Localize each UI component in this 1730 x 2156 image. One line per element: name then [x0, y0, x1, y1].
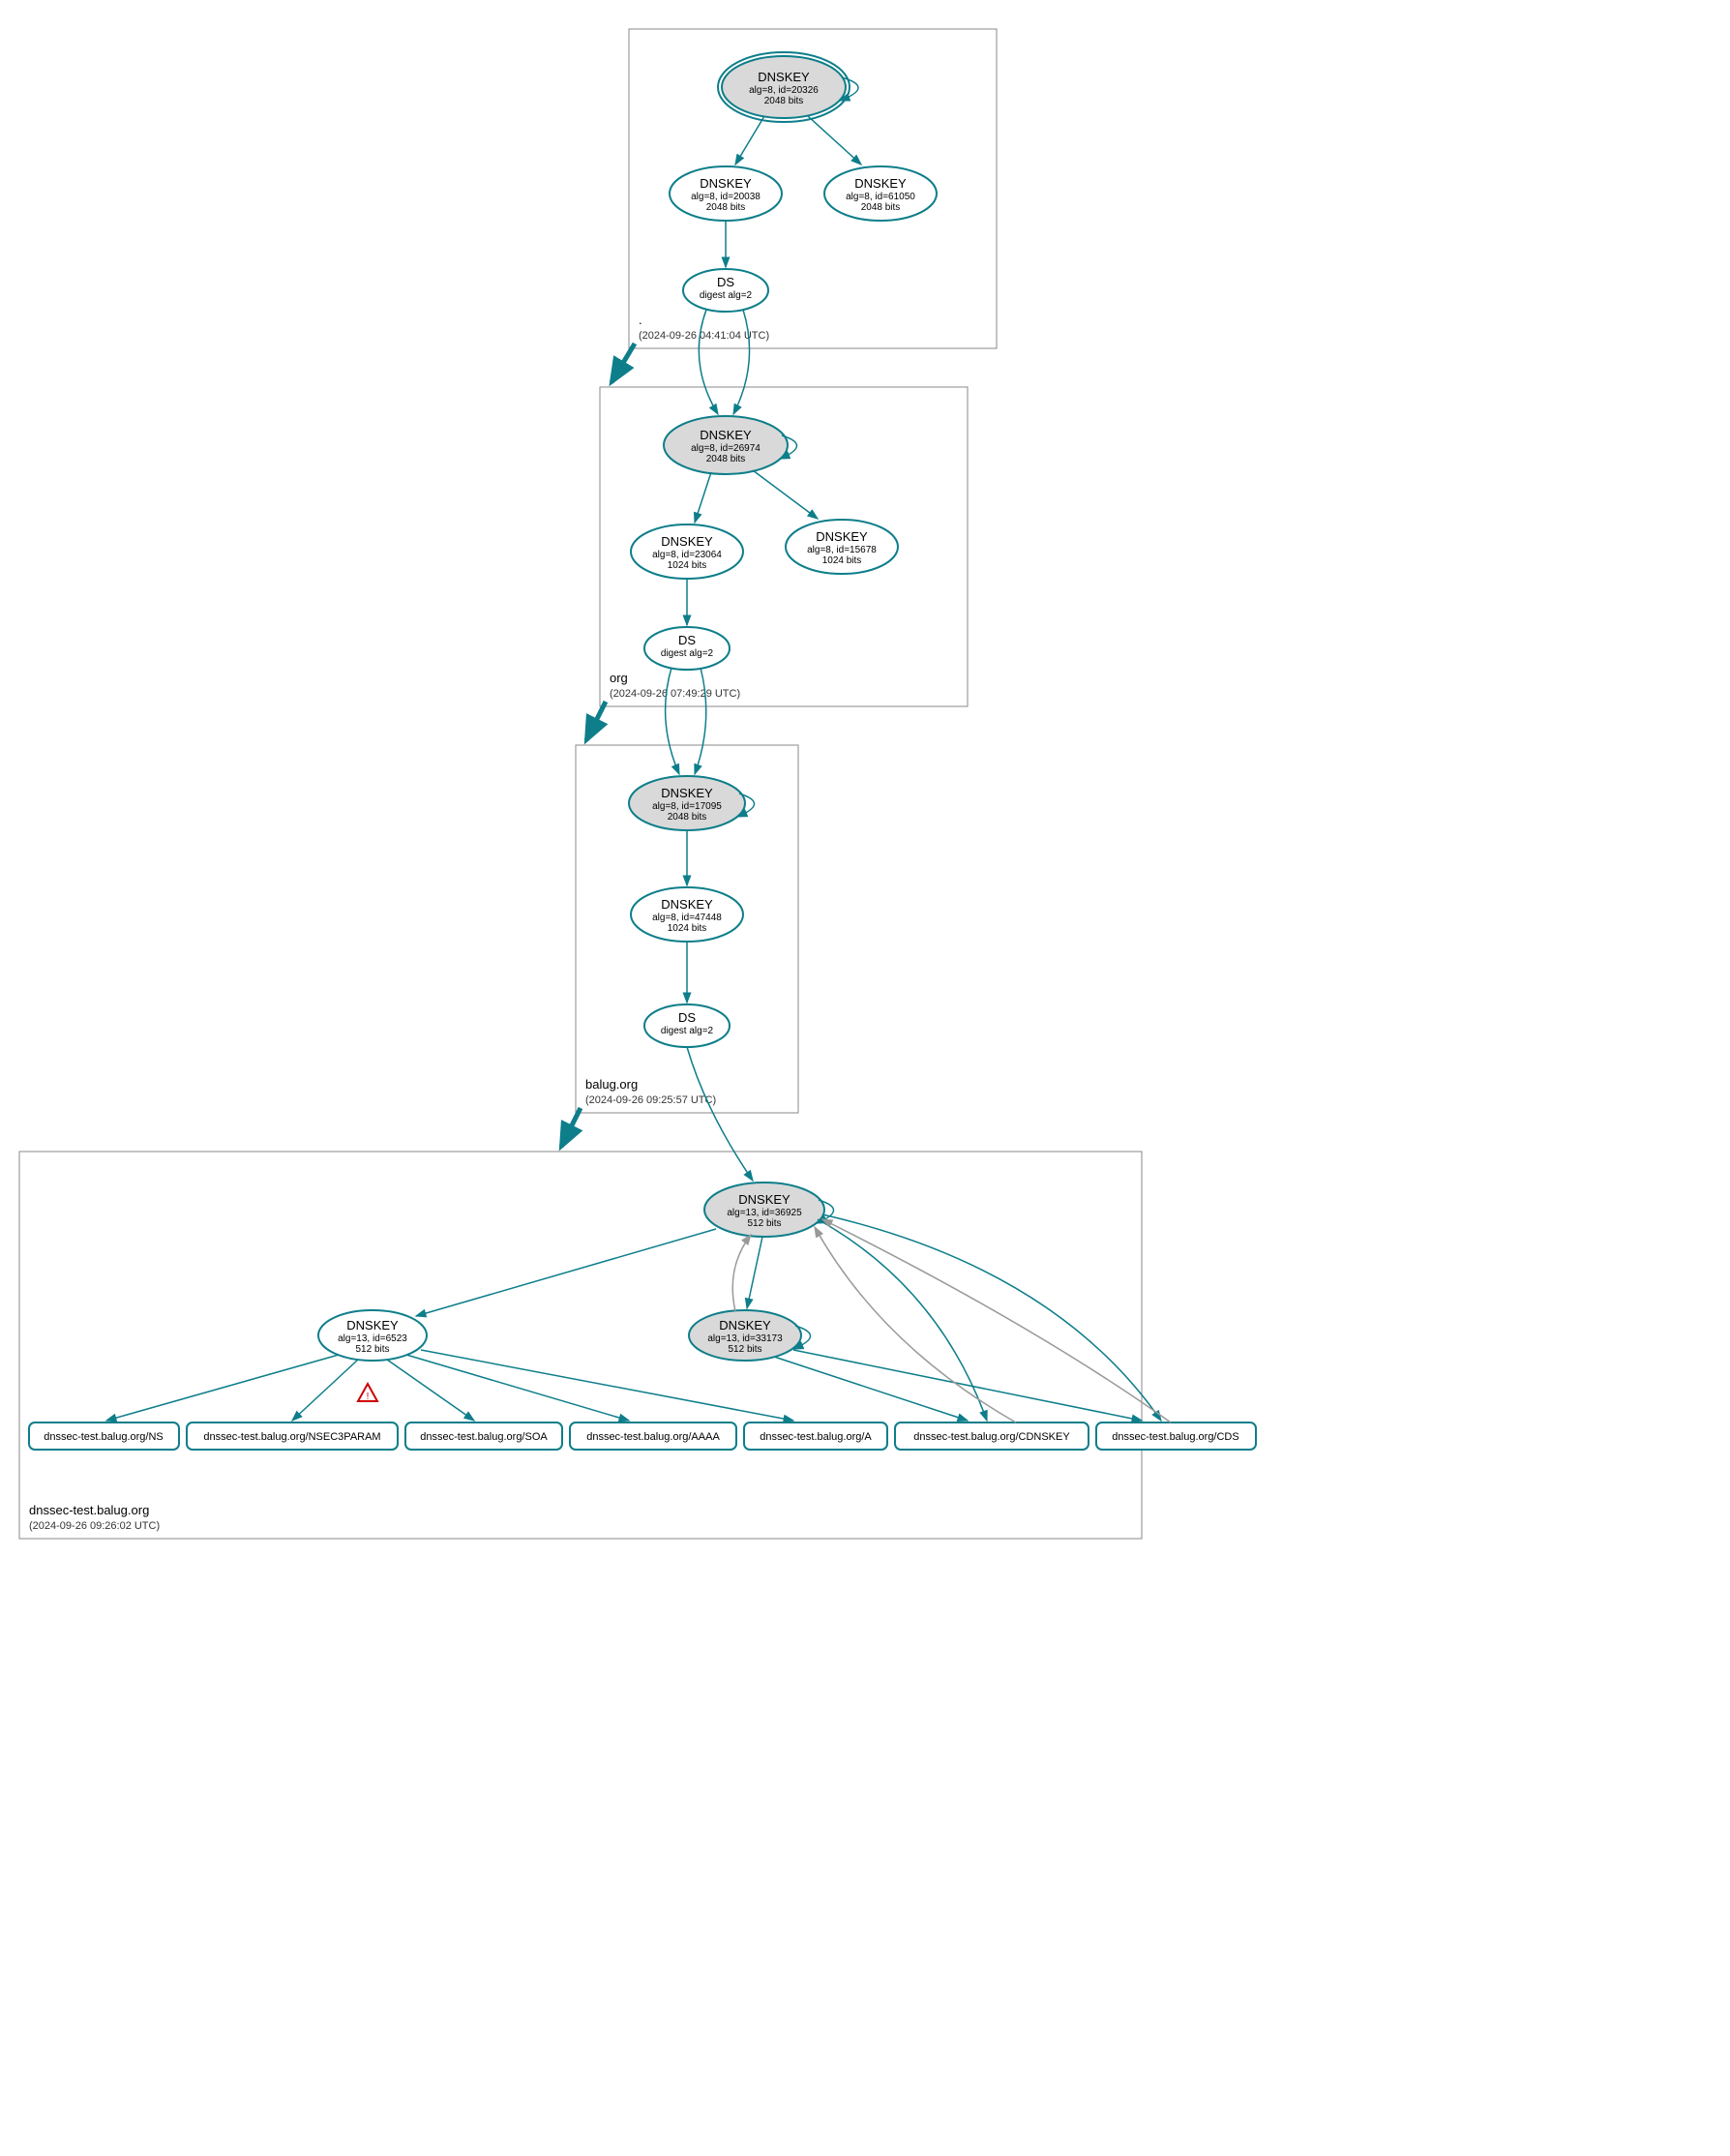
edge-orgds-bksk-r: [695, 668, 706, 774]
edge-zsk-nsec3: [292, 1360, 358, 1421]
svg-text:512 bits: 512 bits: [355, 1344, 389, 1355]
dnssec-graph: . (2024-09-26 04:41:04 UTC) DNSKEY alg=8…: [10, 10, 1393, 1732]
svg-text:DNSKEY: DNSKEY: [661, 534, 713, 549]
warning-icon-bang: !: [367, 1392, 370, 1402]
svg-text:1024 bits: 1024 bits: [668, 923, 707, 934]
svg-text:alg=8, id=17095: alg=8, id=17095: [652, 801, 722, 812]
svg-text:dnssec-test.balug.org/NSEC3PAR: dnssec-test.balug.org/NSEC3PARAM: [203, 1431, 380, 1443]
svg-text:DNSKEY: DNSKEY: [738, 1192, 790, 1207]
edge-zsk2-cds: [793, 1350, 1142, 1421]
svg-text:dnssec-test.balug.org/AAAA: dnssec-test.balug.org/AAAA: [586, 1431, 720, 1443]
svg-text:dnssec-test.balug.org/A: dnssec-test.balug.org/A: [760, 1431, 872, 1443]
svg-text:DNSKEY: DNSKEY: [661, 786, 713, 800]
svg-text:alg=8, id=47448: alg=8, id=47448: [652, 913, 722, 923]
svg-text:DNSKEY: DNSKEY: [700, 176, 752, 191]
svg-text:digest alg=2: digest alg=2: [661, 1026, 714, 1036]
svg-text:alg=13, id=33173: alg=13, id=33173: [707, 1333, 783, 1344]
svg-text:2048 bits: 2048 bits: [668, 812, 707, 823]
svg-text:DNSKEY: DNSKEY: [816, 529, 868, 544]
svg-text:dnssec-test.balug.org/SOA: dnssec-test.balug.org/SOA: [420, 1431, 548, 1443]
svg-text:DS: DS: [678, 633, 696, 647]
edge-orgds-bksk-l: [666, 668, 679, 774]
zone-ts-org: (2024-09-26 07:49:29 UTC): [610, 688, 740, 700]
svg-text:DNSKEY: DNSKEY: [346, 1318, 399, 1333]
svg-text:DNSKEY: DNSKEY: [854, 176, 907, 191]
edge-gray-cds-up: [822, 1219, 1171, 1422]
svg-text:alg=8, id=20326: alg=8, id=20326: [749, 85, 819, 96]
svg-text:DNSKEY: DNSKEY: [700, 428, 752, 442]
svg-text:alg=13, id=36925: alg=13, id=36925: [727, 1208, 802, 1218]
svg-text:DNSKEY: DNSKEY: [719, 1318, 771, 1333]
zone-label-balug: balug.org: [585, 1077, 638, 1092]
svg-text:DS: DS: [678, 1010, 696, 1025]
svg-text:DS: DS: [717, 275, 734, 289]
svg-text:alg=8, id=15678: alg=8, id=15678: [807, 545, 877, 555]
edge-dtksk-dtzsk: [416, 1229, 716, 1316]
zone-ts-balug: (2024-09-26 09:25:57 UTC): [585, 1094, 716, 1106]
svg-text:512 bits: 512 bits: [747, 1218, 781, 1229]
edge-zsk-soa: [387, 1360, 474, 1421]
svg-text:dnssec-test.balug.org/NS: dnssec-test.balug.org/NS: [44, 1431, 164, 1443]
svg-text:dnssec-test.balug.org/CDNSKEY: dnssec-test.balug.org/CDNSKEY: [913, 1431, 1070, 1443]
zone-label-org: org: [610, 671, 628, 685]
edge-rksk-rzsk2: [808, 116, 861, 165]
svg-text:1024 bits: 1024 bits: [822, 555, 862, 566]
svg-text:1024 bits: 1024 bits: [668, 560, 707, 571]
edge-orgksk-zsk2: [753, 470, 818, 519]
svg-text:2048 bits: 2048 bits: [706, 454, 746, 464]
svg-text:alg=8, id=23064: alg=8, id=23064: [652, 550, 722, 560]
edge-ksk-cdnskey: [818, 1219, 987, 1421]
edge-root-to-org: [611, 344, 635, 382]
edge-rksk-rzsk1: [735, 116, 764, 165]
svg-text:dnssec-test.balug.org/CDS: dnssec-test.balug.org/CDS: [1112, 1431, 1238, 1443]
svg-text:DNSKEY: DNSKEY: [661, 897, 713, 912]
svg-text:alg=8, id=20038: alg=8, id=20038: [691, 192, 761, 202]
svg-text:512 bits: 512 bits: [728, 1344, 761, 1355]
svg-text:DNSKEY: DNSKEY: [758, 70, 810, 84]
zone-label-root: .: [639, 313, 642, 327]
edge-bds-dtksk: [687, 1047, 753, 1181]
edge-zsk-aaaa: [406, 1355, 629, 1421]
svg-text:2048 bits: 2048 bits: [861, 202, 901, 213]
edge-gray-cdnskey-up: [815, 1227, 1016, 1422]
edge-rds-orgksk-r: [733, 310, 750, 414]
svg-text:2048 bits: 2048 bits: [706, 202, 746, 213]
svg-text:2048 bits: 2048 bits: [764, 96, 804, 106]
edge-balug-to-dt: [561, 1108, 581, 1147]
svg-text:digest alg=2: digest alg=2: [661, 648, 714, 659]
edge-rds-orgksk-l: [699, 310, 718, 414]
edge-orgksk-zsk1: [695, 472, 711, 523]
svg-text:alg=13, id=6523: alg=13, id=6523: [338, 1333, 407, 1344]
zone-label-dt: dnssec-test.balug.org: [29, 1503, 149, 1517]
svg-text:alg=8, id=26974: alg=8, id=26974: [691, 443, 761, 454]
svg-text:digest alg=2: digest alg=2: [700, 290, 753, 301]
edge-dtksk-dtzsk2: [747, 1237, 762, 1308]
edge-org-to-balug: [586, 702, 606, 740]
svg-text:alg=8, id=61050: alg=8, id=61050: [846, 192, 915, 202]
zone-box-dt: [19, 1152, 1142, 1539]
zone-ts-dt: (2024-09-26 09:26:02 UTC): [29, 1520, 160, 1532]
